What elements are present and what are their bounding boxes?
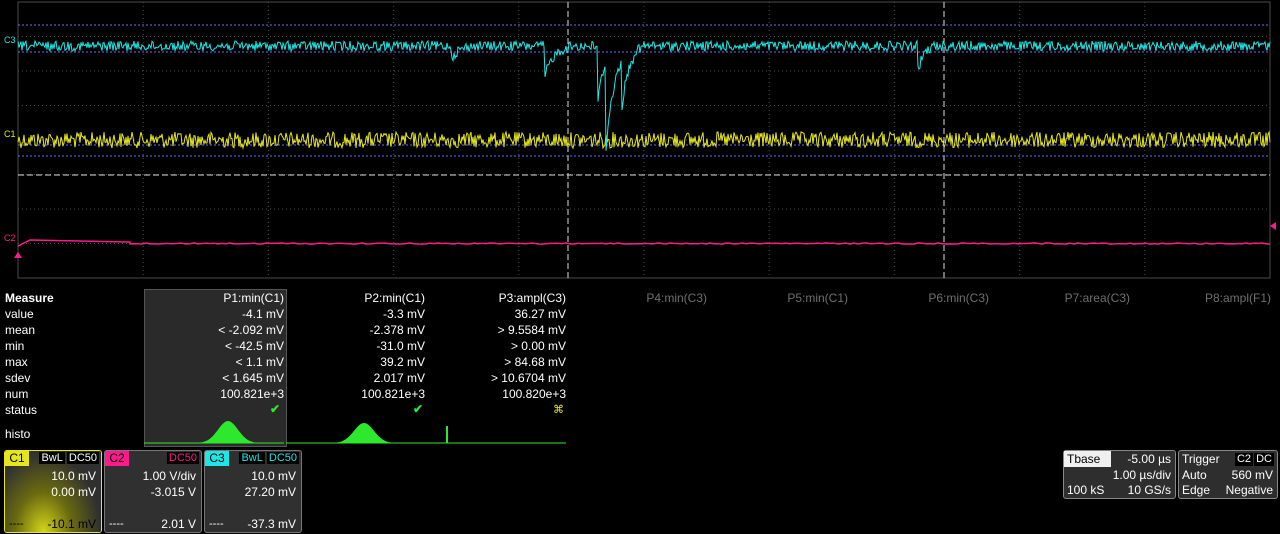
p1-min: < -42.5 mV (224, 339, 284, 353)
trigger-time-marker (14, 252, 22, 258)
p2-mean: -2.378 mV (369, 323, 425, 337)
trigger-level-marker (1270, 222, 1276, 230)
c1-offset: 0.00 mV (51, 485, 96, 499)
c1-vdiv: 10.0 mV (51, 469, 96, 483)
c3-dash: ---- (209, 518, 224, 530)
param-header-p8[interactable]: P8:ampl(F1) (1205, 290, 1271, 306)
p1-histogram (194, 421, 254, 443)
p2-histogram (334, 423, 394, 443)
c1-dash: ---- (9, 518, 24, 530)
row-label-value: value (5, 307, 34, 321)
c3-vdiv: 10.0 mV (251, 469, 296, 483)
timebase-delay: -5.00 µs (1127, 452, 1171, 466)
p2-value: -3.3 mV (382, 307, 425, 321)
row-label-status: status (5, 403, 38, 417)
param-header-p7[interactable]: P7:area(C3) (1065, 290, 1130, 306)
c1-tag: C1 (5, 451, 29, 466)
row-label-histo: histo (5, 427, 31, 441)
c1-flags: BwL DC50 (39, 452, 99, 465)
row-label-mean: mean (5, 323, 36, 337)
c3-bottom: -37.3 mV (247, 517, 296, 531)
c2-dash: ---- (109, 518, 124, 530)
trigger-descriptor[interactable]: Trigger C2 DC Auto 560 mV Edge Negative (1178, 450, 1278, 499)
p1-mean: < -2.092 mV (218, 323, 284, 337)
row-label-sdev: sdev (5, 371, 31, 385)
row-label-num: num (5, 387, 29, 401)
p1-sdev: < 1.645 mV (222, 371, 284, 385)
trigger-mode: Auto (1182, 468, 1207, 482)
measure-title: Measure (5, 291, 54, 305)
waveform-display[interactable]: C3 C1 C2 (0, 0, 1280, 282)
timebase-samples: 100 kS (1067, 483, 1105, 497)
p3-mean: > 9.5584 mV (497, 323, 566, 337)
p1-value: -4.1 mV (241, 307, 284, 321)
c3-marker: C3 (4, 35, 16, 45)
c2-dc50-flag: DC50 (166, 452, 199, 464)
p3-value: 36.27 mV (514, 307, 566, 321)
p1-num: 100.821e+3 (220, 387, 284, 401)
channel-descriptor-c1[interactable]: C1 BwL DC50 10.0 mV 0.00 mV ---- -10.1 mV (4, 450, 102, 533)
param-header-p3[interactable]: P3:ampl(C3) (499, 290, 566, 306)
c1-bottom: -10.1 mV (47, 517, 96, 531)
p2-min: -31.0 mV (376, 339, 425, 353)
c2-vdiv: 1.00 V/div (142, 469, 196, 483)
c2-flags: DC50 (166, 452, 199, 465)
c3-offset: 27.20 mV (244, 485, 296, 499)
c2-marker: C2 (4, 233, 16, 243)
row-label-min: min (5, 339, 25, 353)
c3-dc50-flag: DC50 (266, 452, 299, 464)
param-header-p4[interactable]: P4:min(C3) (646, 290, 707, 306)
c3-flags: BwL DC50 (239, 452, 299, 465)
trigger-label: Trigger (1182, 452, 1220, 466)
c2-trace (17, 239, 1271, 247)
trigger-coupling: DC (1254, 453, 1274, 466)
param-header-p1[interactable]: P1:min(C1) (223, 290, 284, 306)
channel-descriptor-c3[interactable]: C3 BwL DC50 10.0 mV 27.20 mV ---- -37.3 m… (204, 450, 302, 533)
channel-descriptor-c2[interactable]: C2 DC50 1.00 V/div -3.015 V ---- 2.01 V (104, 450, 202, 533)
c1-dc50-flag: DC50 (66, 452, 99, 464)
timebase-rate: 10 GS/s (1127, 483, 1171, 497)
c3-bwl-flag: BwL (239, 452, 265, 464)
p2-max: 39.2 mV (380, 355, 425, 369)
param-header-p2[interactable]: P2:min(C1) (364, 290, 425, 306)
param-header-p6[interactable]: P6:min(C3) (928, 290, 989, 306)
timebase-descriptor[interactable]: Tbase -5.00 µs 1.00 µs/div 100 kS 10 GS/… (1063, 450, 1176, 499)
c2-tag: C2 (105, 451, 129, 466)
p2-num: 100.821e+3 (361, 387, 425, 401)
p3-num: 100.820e+3 (502, 387, 566, 401)
c2-bottom: 2.01 V (161, 517, 196, 531)
row-label-max: max (5, 355, 28, 369)
p3-histogram-spike (446, 426, 448, 443)
p3-max: > 84.68 mV (504, 355, 566, 369)
trigger-type: Edge (1182, 483, 1211, 497)
p3-sdev: > 10.6704 mV (490, 371, 566, 385)
trigger-slope: Negative (1225, 483, 1273, 497)
param-header-p5[interactable]: P5:min(C1) (787, 290, 848, 306)
trigger-source: C2 (1234, 453, 1253, 466)
c1-bwl-flag: BwL (39, 452, 65, 464)
c3-tag: C3 (205, 451, 229, 466)
p2-sdev: 2.017 mV (373, 371, 425, 385)
p1-max: < 1.1 mV (235, 355, 284, 369)
trigger-level: 560 mV (1231, 468, 1273, 482)
c2-offset: -3.015 V (150, 485, 196, 499)
p3-min: > 0.00 mV (510, 339, 566, 353)
timebase-label: Tbase (1064, 451, 1111, 467)
timebase-div: 1.00 µs/div (1112, 468, 1171, 482)
histogram-strip (144, 421, 566, 444)
waveform-grid: C3 C1 C2 (4, 1, 1276, 279)
c1-marker: C1 (4, 129, 16, 139)
